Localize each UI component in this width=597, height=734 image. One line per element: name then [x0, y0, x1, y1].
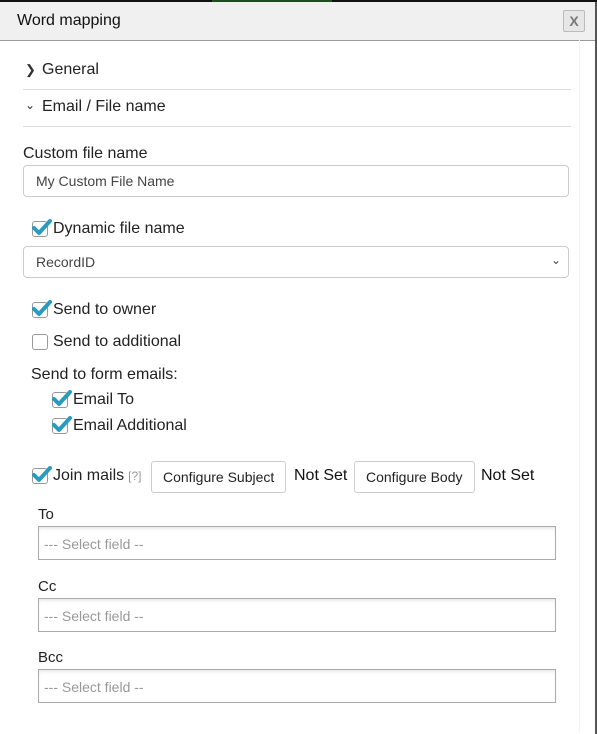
- send-to-additional-checkbox[interactable]: [32, 334, 48, 350]
- bcc-select-field[interactable]: --- Select field --: [38, 669, 556, 703]
- email-additional-checkbox[interactable]: [52, 416, 72, 434]
- checkmark-icon: [32, 300, 52, 316]
- chevron-right-icon: ❯: [25, 62, 36, 77]
- section-general[interactable]: ❯ General: [23, 53, 571, 90]
- join-mails-help-link[interactable]: [?]: [128, 469, 141, 483]
- to-label: To: [38, 506, 54, 523]
- to-select-field[interactable]: --- Select field --: [38, 526, 556, 560]
- body-status: Not Set: [481, 467, 535, 484]
- custom-file-name-input[interactable]: My Custom File Name: [23, 165, 569, 197]
- configure-subject-button[interactable]: Configure Subject: [151, 461, 287, 493]
- subject-status: Not Set: [294, 467, 348, 484]
- cc-select-field[interactable]: --- Select field --: [38, 598, 556, 632]
- join-mails-checkbox[interactable]: [32, 466, 52, 484]
- send-to-additional-label: Send to additional: [53, 333, 182, 350]
- email-to-checkbox[interactable]: [52, 390, 72, 408]
- dynamic-file-name-label: Dynamic file name: [53, 220, 185, 237]
- close-button[interactable]: X: [563, 10, 585, 32]
- dynamic-file-name-checkbox[interactable]: [32, 219, 52, 237]
- section-general-label: General: [42, 61, 99, 78]
- content-border: [579, 40, 580, 732]
- dynamic-file-name-select[interactable]: RecordID ⌄: [23, 246, 569, 278]
- configure-body-button[interactable]: Configure Body: [354, 461, 475, 493]
- close-icon: X: [569, 13, 579, 29]
- chevron-down-icon: ⌄: [550, 253, 561, 267]
- checkmark-icon: [52, 416, 72, 432]
- chevron-down-icon: ⌄: [25, 98, 36, 112]
- dialog-titlebar[interactable]: Word mapping X: [0, 2, 595, 41]
- checkmark-icon: [32, 466, 52, 482]
- bcc-label: Bcc: [38, 649, 64, 666]
- dialog-title: Word mapping: [17, 12, 121, 29]
- form-emails-label: Send to form emails:: [31, 366, 178, 383]
- section-email-file-label: Email / File name: [42, 98, 166, 115]
- join-mails-label: Join mails: [53, 467, 125, 484]
- checkmark-icon: [32, 219, 52, 235]
- cc-label: Cc: [38, 578, 57, 595]
- email-to-label: Email To: [73, 391, 135, 408]
- checkmark-icon: [52, 390, 72, 406]
- custom-file-name-label: Custom file name: [23, 145, 148, 162]
- email-additional-label: Email Additional: [73, 417, 187, 434]
- send-to-owner-checkbox[interactable]: [32, 300, 52, 318]
- section-email-file-name[interactable]: ⌄ Email / File name: [23, 90, 571, 127]
- send-to-owner-label: Send to owner: [53, 301, 157, 318]
- dynamic-file-name-selected: RecordID: [36, 254, 96, 270]
